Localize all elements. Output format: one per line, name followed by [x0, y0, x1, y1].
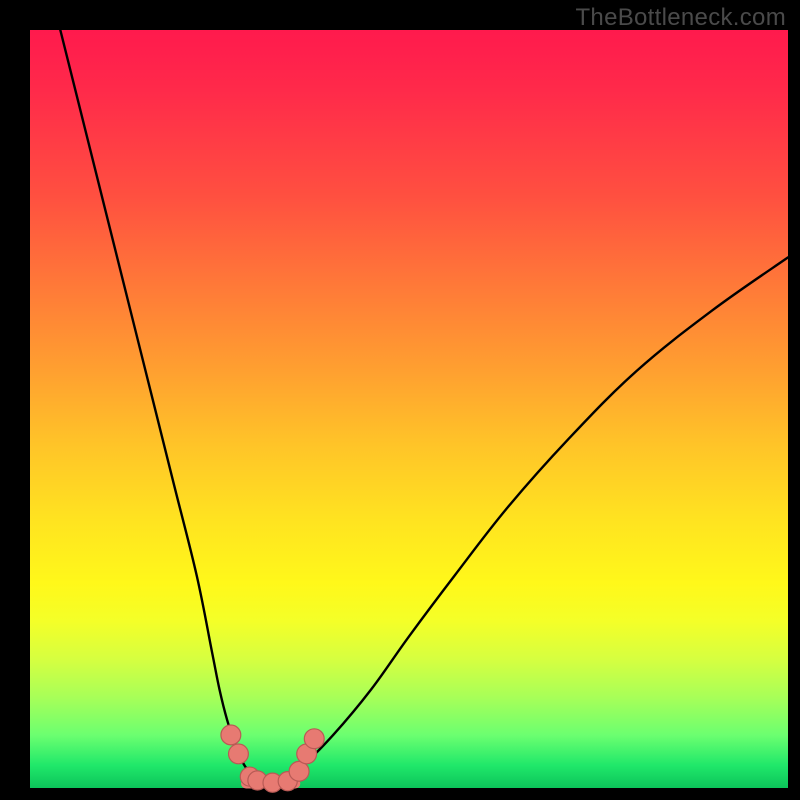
valley-marker [229, 744, 249, 764]
plot-area [30, 30, 788, 788]
valley-marker [221, 725, 241, 745]
watermark-text: TheBottleneck.com [575, 4, 786, 32]
valley-markers [221, 725, 324, 792]
curve-right-branch [265, 257, 788, 788]
valley-marker [304, 729, 324, 749]
bottleneck-curve [30, 30, 788, 788]
chart-frame: TheBottleneck.com [0, 0, 800, 800]
curve-left-branch [60, 30, 265, 788]
